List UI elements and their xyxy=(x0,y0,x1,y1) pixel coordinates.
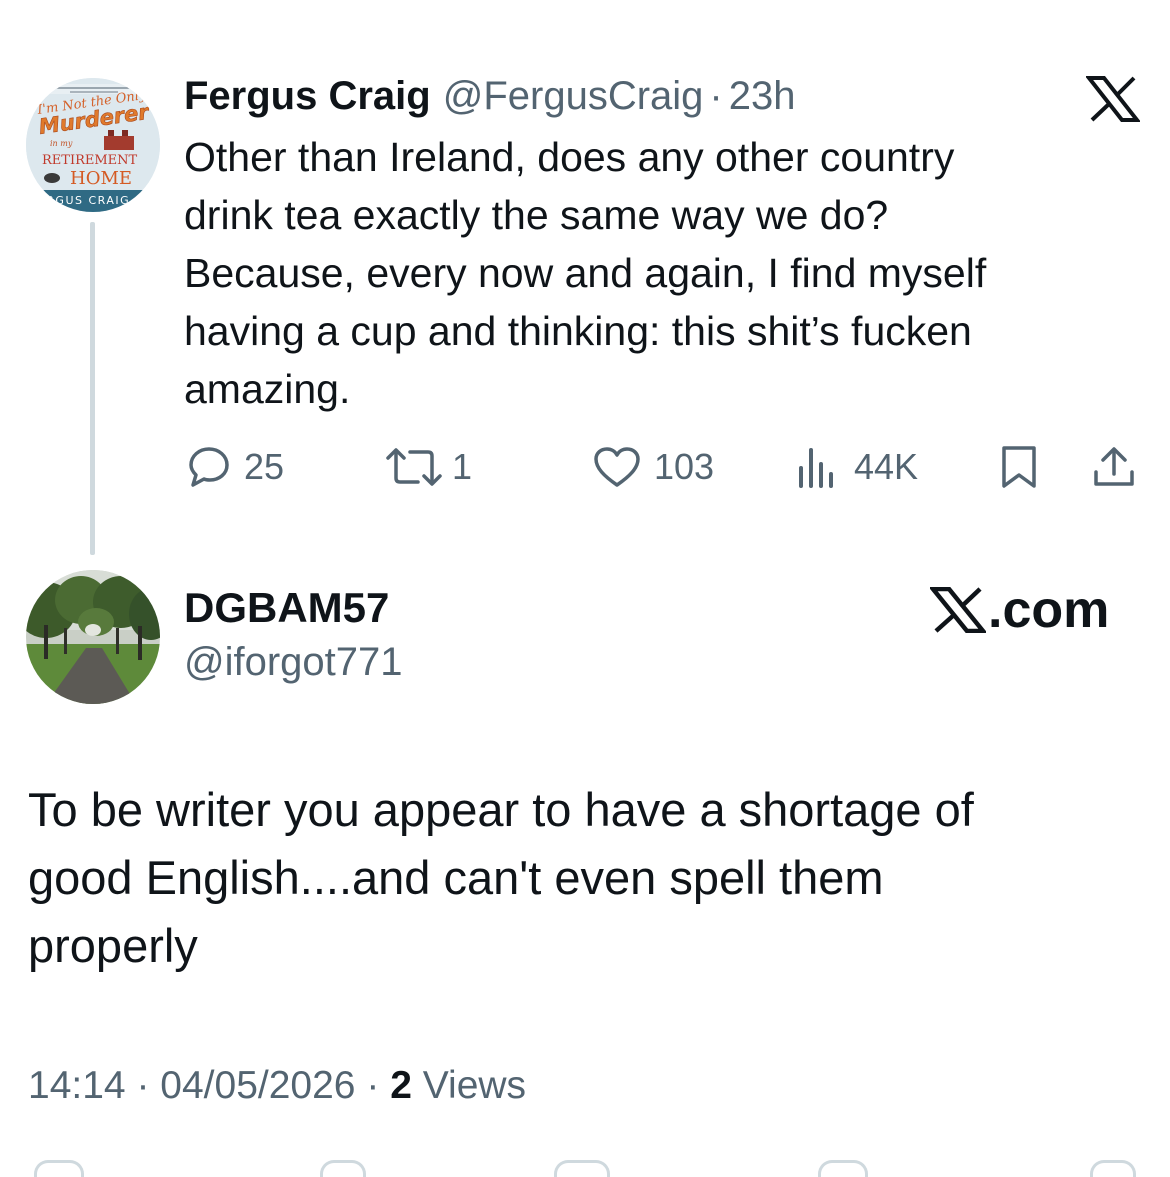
bookmark-button[interactable] xyxy=(998,440,1040,494)
xcom-logo[interactable]: .com xyxy=(930,580,1109,640)
tweet-timestamp[interactable]: 23h xyxy=(729,70,796,122)
repost-count: 1 xyxy=(452,446,473,487)
reply-icon xyxy=(34,1160,84,1177)
repost-icon xyxy=(320,1160,366,1177)
reply-button[interactable]: 25 xyxy=(186,440,284,494)
tweet-text-line: Because, every now and again, I find mys… xyxy=(184,250,987,296)
tweet-text-line: amazing. xyxy=(184,366,351,412)
reply-tweet-text: To be writer you appear to have a shorta… xyxy=(28,776,1138,980)
cover-title-in-my: in my xyxy=(50,139,73,148)
like-count: 103 xyxy=(654,446,715,487)
book-cover-image: I'm Not the Only Murderer in my RETIREME… xyxy=(26,78,160,212)
author-name[interactable]: Fergus Craig xyxy=(184,70,431,122)
next-actions-row-peek xyxy=(0,1156,1170,1177)
views-count: 2 xyxy=(390,1064,412,1107)
cover-author: FERGUS CRAIG xyxy=(30,194,130,207)
reply-text-line: properly xyxy=(28,919,198,972)
avatar-fergus-craig[interactable]: I'm Not the Only Murderer in my RETIREME… xyxy=(26,78,160,212)
avatar-dgbam57[interactable] xyxy=(26,570,160,704)
tweet-time[interactable]: 14:14 xyxy=(28,1064,126,1107)
cover-title-retirement: RETIREMENT xyxy=(42,153,138,168)
reply-text-line: To be writer you appear to have a shorta… xyxy=(28,783,974,836)
share-button[interactable] xyxy=(1092,440,1136,494)
bookmark-icon xyxy=(818,1160,868,1177)
share-icon xyxy=(1090,1160,1136,1177)
xcom-label: .com xyxy=(988,581,1110,639)
repost-button[interactable]: 1 xyxy=(384,440,472,494)
parent-tweet-header: Fergus Craig @FergusCraig · 23h xyxy=(184,70,795,122)
author-handle[interactable]: @FergusCraig xyxy=(443,70,704,122)
heart-icon xyxy=(594,447,640,487)
reply-count: 25 xyxy=(244,446,285,487)
tweet-text-line: Other than Ireland, does any other count… xyxy=(184,134,955,180)
tweet-actions-row: 25 1 103 44K xyxy=(0,440,1170,494)
reply-author-name[interactable]: DGBAM57 xyxy=(184,582,389,634)
reply-text-line: good English....and can't even spell the… xyxy=(28,851,884,904)
share-icon xyxy=(1094,447,1134,486)
views-count: 44K xyxy=(854,446,919,487)
cover-title-home: HOME xyxy=(70,168,132,189)
park-photo-image xyxy=(26,570,160,704)
separator-dot: · xyxy=(136,1064,150,1107)
reply-author-handle[interactable]: @iforgot771 xyxy=(184,636,403,688)
like-button[interactable]: 103 xyxy=(592,440,714,494)
heart-icon xyxy=(554,1160,610,1177)
x-logo-icon xyxy=(930,587,986,633)
repost-icon xyxy=(386,448,442,486)
bookmark-icon xyxy=(1002,446,1036,488)
tweet-date[interactable]: 04/05/2026 xyxy=(160,1064,355,1107)
tweet-text-line: having a cup and thinking: this shit’s f… xyxy=(184,308,972,354)
tweet-text-line: drink tea exactly the same way we do? xyxy=(184,192,889,238)
separator-dot: · xyxy=(709,74,723,118)
views-label: Views xyxy=(422,1064,527,1107)
x-logo-icon[interactable] xyxy=(1084,76,1142,122)
tweet-meta: 14:14 · 04/05/2026 · 2 Views xyxy=(28,1060,526,1112)
views-icon xyxy=(799,448,833,488)
separator-dot: · xyxy=(366,1064,380,1107)
thread-connector-line xyxy=(90,222,95,555)
reply-icon xyxy=(189,447,229,487)
views-button[interactable]: 44K xyxy=(796,440,918,494)
parent-tweet-text: Other than Ireland, does any other count… xyxy=(184,128,1084,418)
